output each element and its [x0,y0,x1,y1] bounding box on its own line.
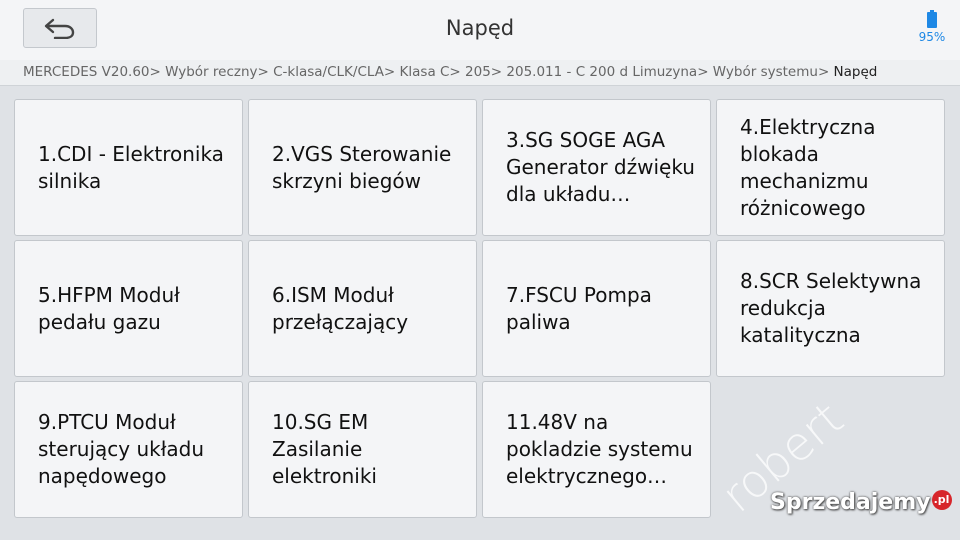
logo-text: Sprzedajemy [770,490,931,515]
system-tile-label: 8.SCR Selektywna redukcja katalityczna [740,269,922,347]
system-tile-ptcu[interactable]: 9.PTCU Moduł sterujący układu napędowego [14,381,243,518]
system-tile-48v[interactable]: 11.48V na pokladzie systemu elektryczneg… [482,381,711,518]
logo-suffix: .pl [931,490,952,510]
top-bar: Napęd 95% [0,0,960,60]
system-tile-label: 3.SG SOGE AGA Generator dźwięku dla ukła… [506,128,695,206]
system-tile-scr[interactable]: 8.SCR Selektywna redukcja katalityczna [716,240,945,377]
system-tile-label: 11.48V na pokladzie systemu elektryczneg… [506,410,693,488]
system-tile-ism[interactable]: 6.ISM Moduł przełączający [248,240,477,377]
system-tile-label: 4.Elektryczna blokada mechanizmu różnico… [740,114,876,220]
system-tile-label: 2.VGS Sterowanie skrzyni biegów [272,141,452,193]
system-tile-label: 5.HFPM Moduł pedału gazu [38,282,180,334]
breadcrumb: MERCEDES V20.60> Wybór reczny> C-klasa/C… [0,60,960,86]
system-tile-soge-aga[interactable]: 3.SG SOGE AGA Generator dźwięku dla ukła… [482,99,711,236]
sprzedajemy-logo: Sprzedajemy .pl [770,490,952,515]
system-tile-label: 10.SG EM Zasilanie elektroniki [272,410,377,488]
system-tile-vgs[interactable]: 2.VGS Sterowanie skrzyni biegów [248,99,477,236]
battery-indicator: 95% [912,10,952,44]
system-tile-sg-em[interactable]: 10.SG EM Zasilanie elektroniki [248,381,477,518]
battery-level: 95% [918,30,946,44]
breadcrumb-path: MERCEDES V20.60> Wybór reczny> C-klasa/C… [23,64,830,80]
breadcrumb-current: Napęd [829,64,878,80]
system-grid: 1.CDI - Elektronika silnika 2.VGS Sterow… [14,99,945,518]
system-tile-differential-lock[interactable]: 4.Elektryczna blokada mechanizmu różnico… [716,99,945,236]
system-tile-label: 6.ISM Moduł przełączający [272,282,409,334]
system-tile-hfpm[interactable]: 5.HFPM Moduł pedału gazu [14,240,243,377]
battery-icon [927,10,937,28]
page-title: Napęd [445,16,515,40]
system-tile-fscu[interactable]: 7.FSCU Pompa paliwa [482,240,711,377]
system-tile-label: 7.FSCU Pompa paliwa [506,282,652,334]
system-tile-label: 9.PTCU Moduł sterujący układu napędowego [38,410,205,488]
system-tile-label: 1.CDI - Elektronika silnika [38,141,224,193]
system-tile-cdi[interactable]: 1.CDI - Elektronika silnika [14,99,243,236]
